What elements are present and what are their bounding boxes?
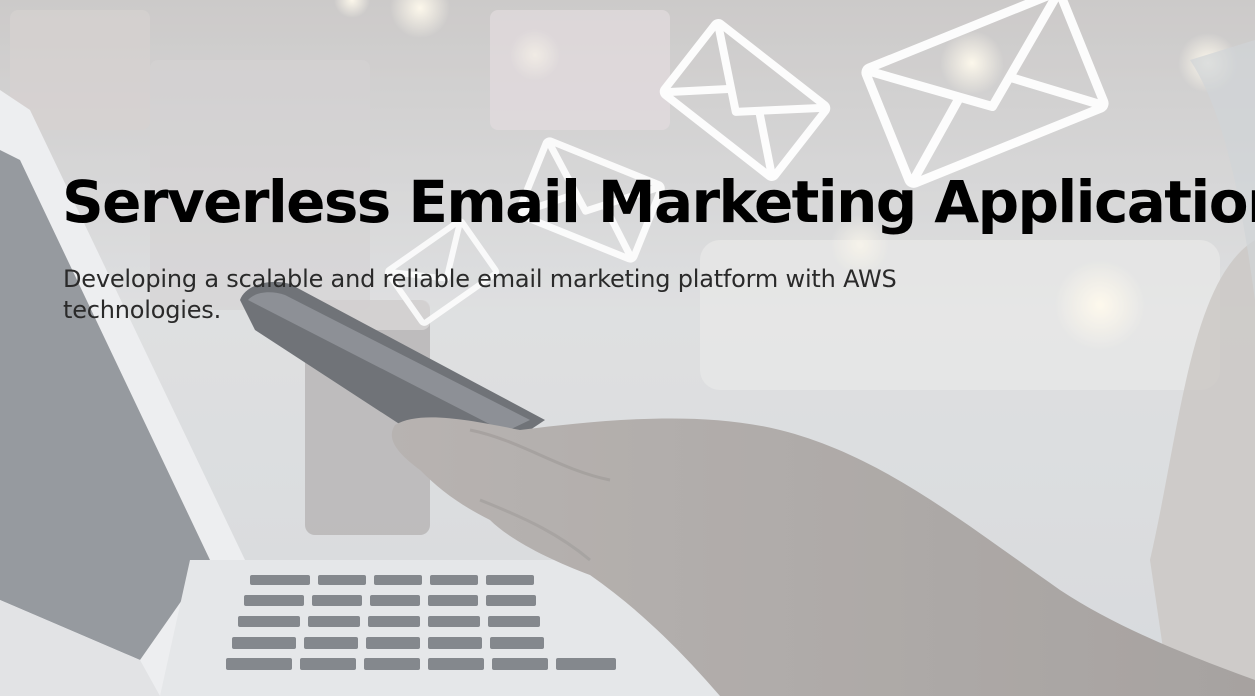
slide-title: Serverless Email Marketing Application bbox=[62, 168, 1255, 236]
slide-subtitle: Developing a scalable and reliable email… bbox=[63, 265, 897, 324]
slide: Serverless Email Marketing Application D… bbox=[0, 0, 1255, 696]
background-image bbox=[0, 0, 1255, 696]
